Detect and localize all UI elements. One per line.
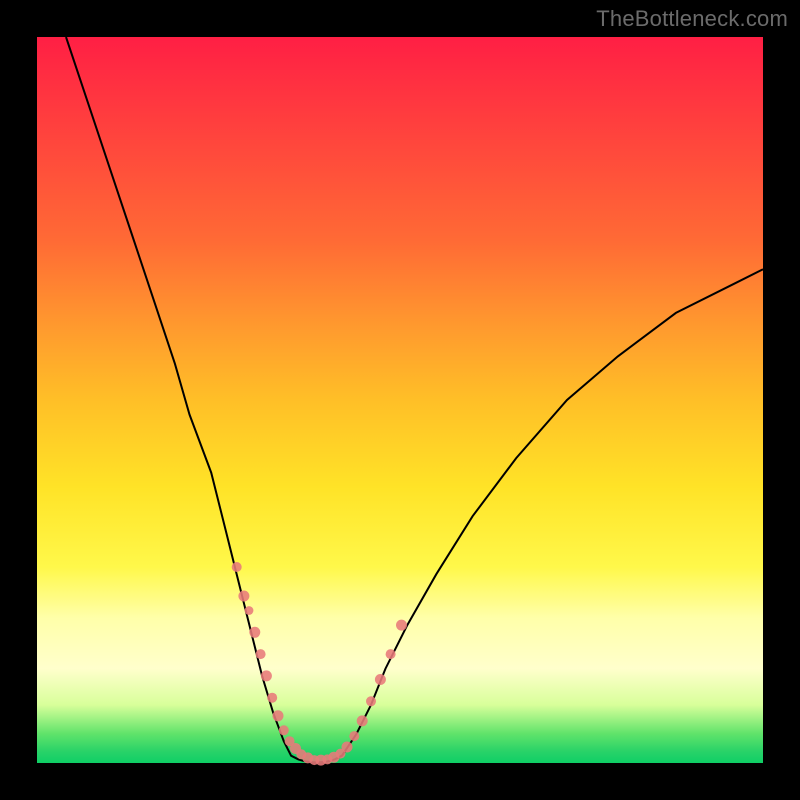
curve-svg xyxy=(37,37,763,763)
bead xyxy=(375,674,386,685)
bead xyxy=(357,715,368,726)
bead xyxy=(273,710,284,721)
chart-frame: TheBottleneck.com xyxy=(0,0,800,800)
bottleneck-curve xyxy=(66,37,763,762)
bead xyxy=(386,649,396,659)
bead xyxy=(232,562,242,572)
bead xyxy=(279,725,289,735)
bead xyxy=(245,606,254,615)
bead xyxy=(349,731,359,741)
bead xyxy=(238,591,249,602)
bead-group xyxy=(232,562,407,766)
plot-area xyxy=(37,37,763,763)
watermark-text: TheBottleneck.com xyxy=(596,6,788,32)
bead xyxy=(366,696,376,706)
bead xyxy=(256,649,266,659)
bead xyxy=(261,670,272,681)
bead xyxy=(267,693,277,703)
bead xyxy=(342,742,353,753)
bead xyxy=(249,627,260,638)
bead xyxy=(396,620,407,631)
